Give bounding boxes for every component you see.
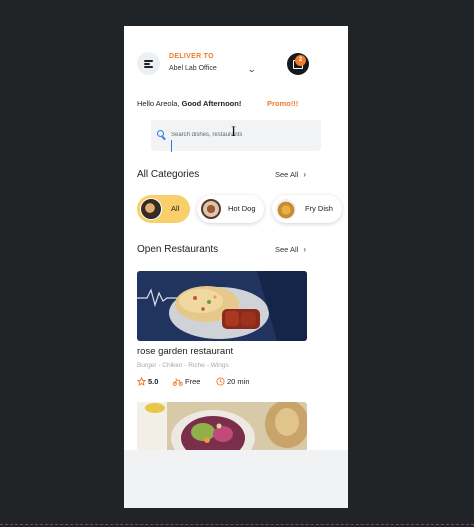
restaurant-name[interactable]: rose garden restaurant — [137, 346, 233, 357]
category-label: Fry Dish — [305, 204, 333, 213]
restaurant-photo — [137, 271, 307, 341]
restaurants-see-all[interactable]: See All › — [275, 245, 306, 254]
deliver-to-label: DELIVER TO — [169, 53, 214, 60]
delivery-icon — [172, 378, 183, 386]
search-input[interactable] — [171, 129, 311, 141]
chevron-right-icon: › — [303, 170, 307, 179]
delivery-fee: Free — [172, 377, 200, 386]
app-screen: DELIVER TO Abel Lab Office ⌄ 2 Hello Are… — [124, 26, 348, 508]
clock-icon — [216, 377, 225, 386]
chevron-down-icon[interactable]: ⌄ — [247, 64, 257, 75]
category-chip-fry-dish[interactable]: Fry Dish — [272, 195, 342, 223]
category-thumb — [275, 198, 297, 220]
categories-title: All Categories — [137, 169, 200, 180]
chevron-right-icon: › — [303, 245, 307, 254]
categories-see-all[interactable]: See All › — [275, 170, 306, 179]
restaurant-photo — [137, 402, 307, 452]
text-caret — [171, 140, 172, 152]
greeting-text: Hello Areola, — [137, 99, 182, 108]
promo-link[interactable]: Promo!!! — [267, 99, 298, 108]
menu-icon — [144, 60, 153, 62]
greeting: Hello Areola, Good Afternoon! — [137, 99, 241, 108]
divider — [0, 524, 474, 525]
category-chip-hot-dog[interactable]: Hot Dog — [197, 195, 264, 223]
star-icon — [137, 377, 146, 386]
restaurant-image[interactable] — [137, 271, 307, 341]
bottom-area — [124, 450, 348, 508]
see-all-label: See All — [275, 170, 299, 179]
menu-button[interactable] — [137, 52, 160, 75]
category-chip-all[interactable]: All — [137, 195, 190, 223]
see-all-label: See All — [275, 245, 299, 254]
rating-value: 5.0 — [148, 377, 159, 386]
delivery-address[interactable]: Abel Lab Office — [169, 65, 217, 72]
search-icon — [157, 130, 164, 137]
category-label: All — [171, 204, 180, 213]
category-thumb — [140, 198, 162, 220]
category-label: Hot Dog — [228, 204, 256, 213]
greeting-bold: Good Afternoon! — [181, 99, 242, 108]
delivery-time-value: 20 min — [227, 377, 250, 386]
search-box[interactable]: I — [151, 120, 321, 152]
restaurant-image[interactable] — [137, 402, 307, 452]
restaurants-title: Open Restaurants — [137, 244, 219, 255]
delivery-time: 20 min — [216, 377, 250, 386]
category-thumb — [200, 198, 222, 220]
cart-count-badge: 2 — [295, 55, 306, 66]
delivery-fee-value: Free — [185, 377, 201, 386]
restaurant-tags: Burger - Chiken - Riche - Wings — [137, 362, 229, 369]
text-cursor-icon: I — [231, 125, 237, 140]
rating: 5.0 — [137, 377, 158, 386]
